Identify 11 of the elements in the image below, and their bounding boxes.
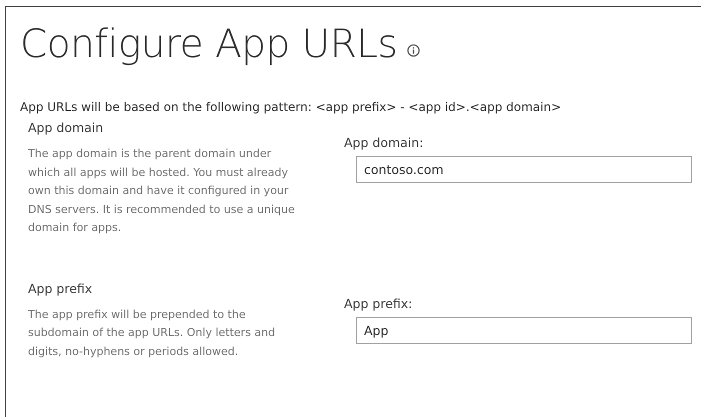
- pattern-text: App URLs will be based on the following pattern: <app prefix> - <app id>.<app domain>: [20, 99, 562, 115]
- field-label: App prefix:: [344, 296, 414, 312]
- text-field[interactable]: App: [356, 316, 692, 344]
- page-title: Configure App URLs: [20, 21, 398, 69]
- section-heading: App prefix: [28, 280, 94, 298]
- field-label: App domain:: [344, 135, 424, 151]
- info-icon: [407, 44, 420, 56]
- text-field[interactable]: contoso.com: [356, 156, 692, 183]
- section-description: The app domain is the parent domain under which all apps will be hosted. You must already own this domain and have it configured in your DNS servers. It is recommended to use a unique domain for apps.: [28, 146, 296, 236]
- section-description: The app prefix will be prepended to the subdomain of the app URLs. Only letters and digits, no-hyphens or periods allowed.: [28, 306, 276, 360]
- section-heading: App domain: [28, 119, 104, 137]
